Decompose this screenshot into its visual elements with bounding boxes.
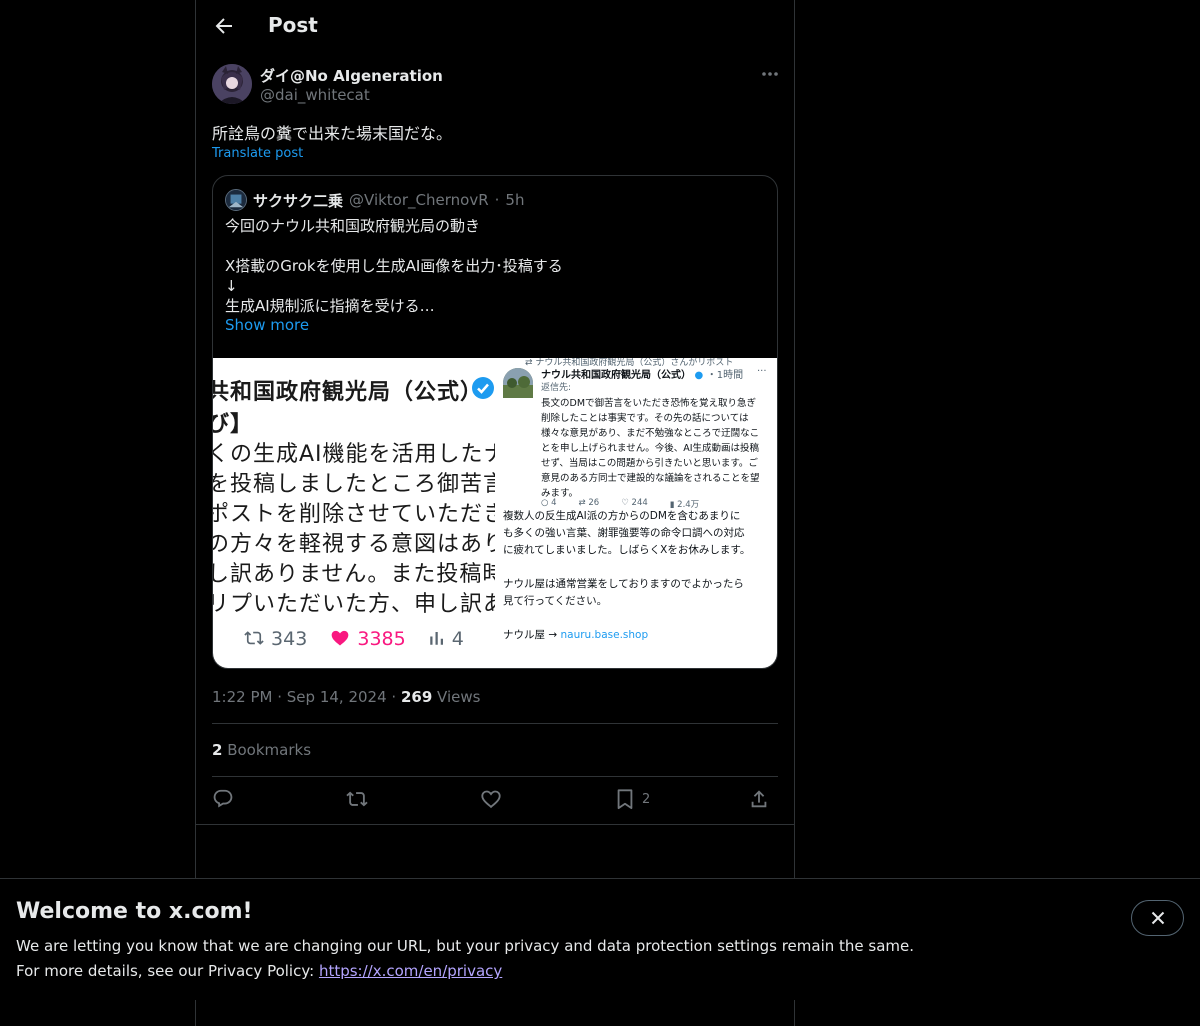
screenshot-image-left[interactable]: 共和国政府観光局（公式） び】 くの生成AI機能を活用したナウ を投稿しましたと… <box>213 358 495 668</box>
image-text-line: の方々を軽視する意図はありま <box>213 532 495 557</box>
translate-post-link[interactable]: Translate post <box>212 146 303 161</box>
image-text-line: リプいただいた方、申し訳あり <box>213 592 495 617</box>
image-text-line: ポストを削除させていただきま <box>213 502 495 527</box>
image-text-line: し訳ありません。また投稿時に <box>213 562 495 587</box>
meta-separator: · <box>391 688 401 706</box>
retweet-button[interactable] <box>346 788 368 810</box>
bookmarks-count: 2 <box>212 741 223 759</box>
views-count: 269 <box>400 688 433 706</box>
bookmark-icon <box>617 789 633 810</box>
more-icon: ··· <box>757 366 767 377</box>
image-text-line: を投稿しましたところ御苦言を <box>213 472 495 497</box>
views-chart-icon <box>429 632 443 645</box>
quoted-separator: · <box>494 191 500 209</box>
divider <box>196 824 794 825</box>
like-button[interactable] <box>480 788 502 810</box>
quoted-timestamp: 5h <box>505 191 525 209</box>
quoted-post-header: サクサク二乗 @Viktor_ChernovR · 5h <box>225 188 524 212</box>
share-button[interactable] <box>748 788 770 810</box>
banner-policy-line: For more details, see our Privacy Policy… <box>16 962 503 980</box>
back-button[interactable] <box>212 14 236 38</box>
more-icon <box>762 72 778 76</box>
screenshot-image-right[interactable]: ⇄ ナウル共和国政府観光局（公式）さんがリポスト ナウル共和国政府観光局（公式）… <box>495 358 777 668</box>
quoted-avatar <box>225 189 247 211</box>
image-views-stat: 4 <box>428 628 464 650</box>
quoted-text-line: ↓ <box>225 277 238 295</box>
reply-icon <box>213 789 233 808</box>
image-like-stat: 3385 <box>329 628 406 650</box>
bookmark-button[interactable]: 2 <box>614 788 650 810</box>
views-label: Views <box>437 688 481 706</box>
reply-to-label: 返信先: <box>541 383 572 393</box>
quoted-text-line: 生成AI規制派に指摘を受ける… <box>225 297 435 315</box>
post-actions: 2 <box>212 788 778 814</box>
verified-badge-icon: ● <box>694 370 704 381</box>
retweet-icon <box>244 631 264 645</box>
meta-separator: · <box>277 688 287 706</box>
close-banner-button[interactable] <box>1131 900 1184 936</box>
retweet-icon <box>346 791 368 807</box>
author-name[interactable]: ダイ@No AIgeneration <box>260 65 443 86</box>
banner-message: We are letting you know that we are chan… <box>16 937 915 955</box>
quoted-text-line: X搭載のGrokを使用し生成AI画像を出力･投稿する <box>225 257 563 275</box>
bookmarks-label: Bookmarks <box>227 741 312 759</box>
post-metadata: 1:22 PM · Sep 14, 2024 · 269 Views <box>212 688 480 706</box>
page-title: Post <box>268 13 318 37</box>
post-column: Post ダイ@No AIgeneration @dai_whitecat 所詮… <box>195 0 795 1026</box>
heart-icon <box>331 630 349 646</box>
nauru-reply-text: 長文のDMで御苦言をいただき恐怖を覚え取り急ぎ 削除したことは事実です。その先の… <box>541 398 760 499</box>
divider <box>212 776 778 777</box>
verified-badge-icon <box>472 377 494 399</box>
quoted-post-text: 今回のナウル共和国政府観光局の動き X搭載のGrokを使用し生成AI画像を出力･… <box>225 216 563 316</box>
more-options-button[interactable] <box>760 64 780 84</box>
close-icon <box>1151 911 1164 925</box>
nauru-name: ナウル共和国政府観光局（公式） ● ・1時間 <box>541 370 744 381</box>
post-text: 所詮鳥の糞で出来た場末国だな。 <box>212 124 453 143</box>
quoted-text-line: 今回のナウル共和国政府観光局の動き <box>225 217 481 235</box>
bookmarks-summary[interactable]: 2 Bookmarks <box>212 741 311 759</box>
privacy-policy-link[interactable]: https://x.com/en/privacy <box>319 962 502 980</box>
post-time[interactable]: 1:22 PM <box>212 688 272 706</box>
show-more-link[interactable]: Show more <box>225 316 309 334</box>
post-author: ダイ@No AIgeneration @dai_whitecat <box>212 64 780 108</box>
nauru-avatar <box>503 368 533 398</box>
reply-button[interactable] <box>212 788 234 810</box>
quoted-media[interactable]: 共和国政府観光局（公式） び】 くの生成AI機能を活用したナウ を投稿しましたと… <box>213 358 777 668</box>
image-text-line: 共和国政府観光局（公式） <box>213 380 484 405</box>
page-header: Post <box>196 0 794 53</box>
quoted-text-line <box>225 236 563 256</box>
image-stats: 343 3385 4 <box>243 628 464 650</box>
avatar[interactable] <box>212 64 252 104</box>
shop-line: ナウル屋 → nauru.base.shop <box>503 629 649 641</box>
image-retweet-stat: 343 <box>243 628 307 650</box>
banner-title: Welcome to x.com! <box>16 899 253 924</box>
image-text-line: び】 <box>213 412 254 437</box>
bookmark-count: 2 <box>642 791 651 807</box>
nauru-announcement-text: 複数人の反生成AI派の方からのDMを含むあまりに も多くの強い言葉、謝罪強要等の… <box>503 508 750 644</box>
author-handle[interactable]: @dai_whitecat <box>260 86 370 104</box>
heart-icon <box>481 790 501 809</box>
arrow-left-icon <box>215 18 232 34</box>
image-text-line: くの生成AI機能を活用したナウ <box>213 442 495 467</box>
post-date[interactable]: Sep 14, 2024 <box>287 688 387 706</box>
quoted-post[interactable]: サクサク二乗 @Viktor_ChernovR · 5h 今回のナウル共和国政府… <box>212 175 778 669</box>
divider <box>212 723 778 724</box>
welcome-banner: Welcome to x.com! We are letting you kno… <box>0 878 1200 1000</box>
shop-link: nauru.base.shop <box>560 629 649 641</box>
quoted-author-name: サクサク二乗 <box>253 191 344 210</box>
share-icon <box>751 790 767 808</box>
quoted-author-handle: @Viktor_ChernovR <box>349 191 489 209</box>
